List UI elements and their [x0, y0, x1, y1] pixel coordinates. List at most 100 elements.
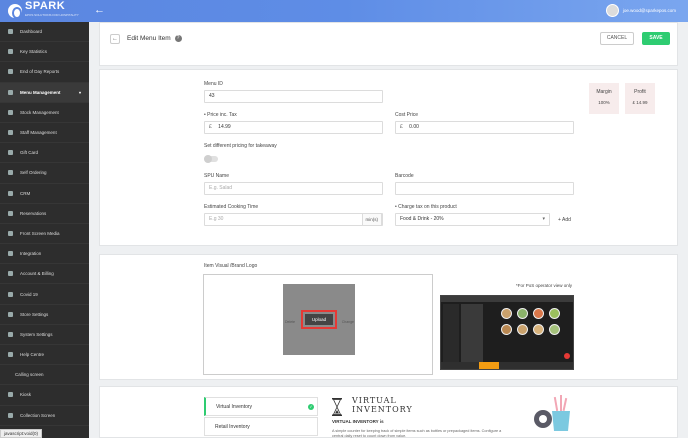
cooking-time-input[interactable]: E.g 30 min(s)	[204, 213, 383, 226]
sidebar-item-label: Store Settings	[20, 311, 49, 317]
barcode-label: Barcode	[395, 173, 414, 179]
sidebar-item-label: Staff Management	[20, 130, 57, 136]
pos-note: *For PoS operator view only	[516, 283, 573, 288]
inventory-title-line2: INVENTORY	[352, 405, 413, 414]
change-image-label[interactable]: Change	[342, 320, 354, 324]
sidebar-item-label: Menu Management	[20, 89, 61, 95]
cost-input[interactable]: £ 0.00	[395, 121, 574, 134]
inventory-title: VIRTUAL INVENTORY	[352, 396, 413, 414]
tab-virtual-inventory[interactable]: Virtual Inventory ✓	[204, 397, 318, 416]
cancel-button[interactable]: CANCEL	[600, 32, 634, 45]
hourglass-icon	[332, 398, 342, 416]
margin-box: Margin 100%	[589, 83, 619, 114]
sidebar-item-integration[interactable]: Integration	[0, 244, 89, 265]
covid-icon	[8, 291, 13, 297]
chevron-down-icon: ▾	[542, 216, 545, 222]
sidebar-item-collection-screen[interactable]: Collection Screen	[0, 406, 89, 426]
image-preview: Delete Change Upload	[283, 284, 355, 355]
sidebar-item-stock-management[interactable]: Stock Management	[0, 103, 89, 123]
cooking-time-unit: min(s)	[361, 213, 382, 226]
sidebar-item-end-of-day-reports[interactable]: End of Day Reports	[0, 62, 89, 83]
profit-value: £ 14.99	[632, 100, 648, 105]
cooking-time-label: Estimated Cooking Time	[204, 204, 259, 210]
sidebar-item-store-settings[interactable]: Store Settings	[0, 305, 89, 325]
user-email: joe.wood@sparkepos.com	[622, 8, 676, 13]
info-icon[interactable]: ?	[174, 35, 182, 42]
barcode-input[interactable]	[395, 182, 574, 195]
sidebar-item-system-settings[interactable]: System Settings	[0, 325, 89, 345]
sidebar-item-dashboard[interactable]: Dashboard	[0, 22, 89, 43]
sidebar-item-label: Gift Card	[20, 150, 39, 156]
inventory-illustration-icon	[534, 395, 570, 431]
inventory-description: A simple counter for keeping track of si…	[332, 429, 502, 438]
price-input[interactable]: £ 14.99	[204, 121, 383, 134]
sidebar-item-crm[interactable]: CRM	[0, 184, 89, 204]
sidebar-item-label: Kiosk	[20, 392, 32, 398]
integration-icon	[8, 251, 13, 257]
spu-placeholder: E.g. Salad	[209, 185, 233, 191]
check-icon: ✓	[308, 404, 314, 410]
sidebar-item-calling-screen[interactable]: Calling screen	[0, 365, 89, 386]
top-bar: SPARK EPOS SOLUTIONS FOR HOSPITALITY ← j…	[0, 0, 688, 22]
tab-virtual-inventory-label: Virtual Inventory	[216, 404, 253, 410]
cost-currency: £	[400, 124, 403, 130]
brand-logo[interactable]: SPARK EPOS SOLUTIONS FOR HOSPITALITY	[8, 1, 79, 19]
sidebar-item-staff-management[interactable]: Staff Management	[0, 123, 89, 144]
back-button[interactable]: ←	[110, 34, 120, 44]
avatar[interactable]	[605, 4, 619, 17]
sidebar-item-front-screen-media[interactable]: Front Screen Media	[0, 224, 89, 245]
status-url: javascript:void(0)	[0, 429, 43, 438]
price-currency: £	[209, 124, 212, 130]
image-upload-area[interactable]: Delete Change Upload	[203, 274, 433, 375]
report-icon	[8, 69, 13, 75]
spu-label: SPU Name	[204, 173, 230, 179]
sidebar-item-label: Account & Billing	[20, 271, 54, 277]
sidebar-item-key-statistics[interactable]: Key Statistics	[0, 42, 89, 63]
cost-value: 0.00	[409, 124, 419, 130]
sidebar-item-account-billing[interactable]: Account & Billing	[0, 264, 89, 285]
back-arrow-icon[interactable]: ←	[94, 4, 105, 16]
add-tax-button[interactable]: + Add	[558, 217, 571, 223]
sidebar-item-covid-19[interactable]: Covid 19	[0, 284, 89, 305]
sidebar-item-label: Front Screen Media	[20, 230, 60, 236]
sidebar-item-label: Key Statistics	[20, 49, 48, 55]
menu-icon	[8, 89, 13, 95]
inventory-subtitle: VIRTUAL INVENTORY is	[332, 419, 384, 424]
sidebar-item-label: System Settings	[20, 331, 53, 337]
chevron-down-icon: ▾	[78, 89, 81, 95]
inventory-section: Virtual Inventory ✓ Retail Inventory VIR…	[99, 386, 678, 438]
media-icon	[8, 230, 13, 236]
tab-retail-inventory[interactable]: Retail Inventory	[204, 417, 318, 436]
sidebar-item-reservations[interactable]: Reservations	[0, 204, 89, 224]
user-menu[interactable]: joe.wood@sparkepos.com	[605, 4, 676, 17]
calendar-icon	[8, 210, 13, 216]
billing-icon	[8, 271, 13, 277]
self-order-icon	[8, 170, 13, 176]
tax-select[interactable]: Food & Drink - 20% ▾	[395, 213, 550, 226]
profit-label: Profit	[634, 89, 646, 95]
sidebar-item-label: End of Day Reports	[20, 69, 60, 75]
staff-icon	[8, 130, 13, 136]
spu-input[interactable]: E.g. Salad	[204, 182, 383, 195]
upload-button[interactable]: Upload	[301, 310, 337, 329]
sidebar-item-menu-management[interactable]: Menu Management ▾	[0, 82, 89, 103]
sidebar-item-self-ordering[interactable]: Self Ordering	[0, 163, 89, 184]
save-button[interactable]: SAVE	[642, 32, 670, 45]
sidebar-item-label: Collection Screen	[20, 412, 56, 418]
margin-label: Margin	[596, 89, 612, 95]
inventory-title-line1: VIRTUAL	[352, 396, 397, 405]
menu-id-input[interactable]: 43	[204, 90, 383, 103]
menu-id-value: 43	[209, 93, 215, 99]
sidebar-item-gift-card[interactable]: Gift Card	[0, 143, 89, 164]
delete-image-label[interactable]: Delete	[285, 320, 295, 324]
tax-label: • Charge tax on this product	[395, 204, 457, 210]
brand-tagline: EPOS SOLUTIONS FOR HOSPITALITY	[25, 13, 79, 17]
takeaway-toggle[interactable]	[204, 155, 218, 163]
collection-icon	[8, 412, 13, 418]
page-title: Edit Menu Item	[127, 35, 171, 43]
sidebar-item-kiosk[interactable]: Kiosk	[0, 385, 89, 406]
sidebar-item-label: CRM	[20, 190, 31, 196]
sidebar-item-help-centre[interactable]: Help Centre	[0, 345, 89, 366]
tab-retail-inventory-label: Retail Inventory	[215, 424, 250, 430]
item-visual-label: Item Visual /Brand Logo	[204, 263, 258, 269]
